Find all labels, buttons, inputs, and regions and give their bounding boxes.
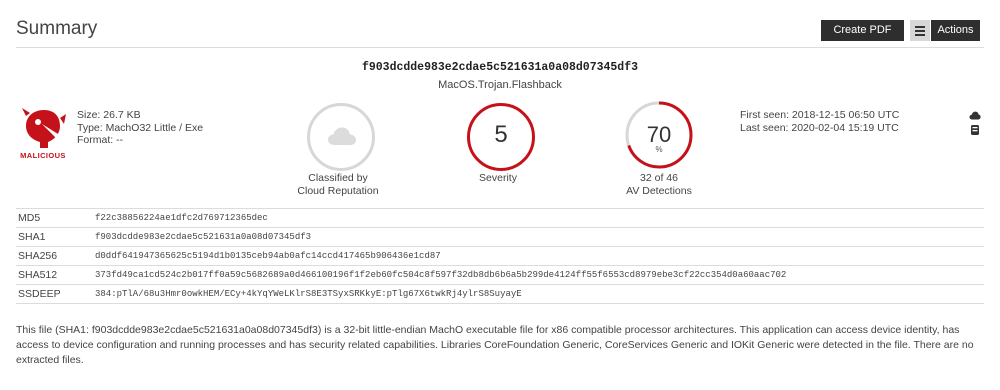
file-format: Format: -- [77, 134, 124, 146]
file-info: Size: 26.7 KB Type: MachO32 Little / Exe… [77, 109, 203, 147]
av-percent-unit: % [655, 145, 663, 154]
threat-name: MacOS.Trojan.Flashback [438, 79, 562, 91]
seen-dates: First seen: 2018-12-15 06:50 UTC Last se… [740, 109, 899, 134]
create-pdf-button[interactable]: Create PDF [821, 20, 904, 41]
menu-bar [915, 30, 925, 32]
header-divider [16, 47, 984, 48]
table-row: MD5 f22c38856224ae1dfc2d769712365dec [16, 208, 984, 228]
hash-label: SHA512 [16, 265, 95, 285]
file-size: Size: 26.7 KB [77, 109, 141, 121]
cloud-icon[interactable] [969, 111, 981, 120]
caption-line: Classified by [308, 172, 368, 184]
hash-label: MD5 [16, 208, 95, 228]
severity-label: Severity [479, 172, 517, 184]
table-row: SHA1 f903dcdde983e2cdae5c521631a0a08d073… [16, 227, 984, 247]
menu-bar [915, 26, 925, 28]
caption-line: 32 of 46 [640, 172, 678, 184]
hash-label: SHA256 [16, 246, 95, 266]
database-icon[interactable] [969, 124, 981, 136]
last-seen: Last seen: 2020-02-04 15:19 UTC [740, 121, 899, 134]
menu-icon[interactable] [910, 20, 930, 41]
table-row: SHA512 373fd49ca1cd524c2b017ff0a59c56826… [16, 265, 984, 285]
menu-bar [915, 34, 925, 36]
verdict-label: MALICIOUS [20, 151, 66, 160]
actions-button[interactable]: Actions [931, 20, 980, 41]
file-type: Type: MachO32 Little / Exe [77, 121, 204, 134]
caption-line: AV Detections [626, 184, 692, 197]
file-description: This file (SHA1: f903dcdde983e2cdae5c521… [16, 324, 974, 366]
cloud-reputation-caption: Classified by Cloud Reputation [288, 172, 388, 197]
cloud-icon [328, 127, 356, 145]
table-row: SSDEEP 384:pTlA/68u3Hmr0owkHEM/ECy+4kYqY… [16, 284, 984, 304]
hash-value[interactable]: f903dcdde983e2cdae5c521631a0a08d07345df3 [95, 227, 984, 247]
summary-header: Summary Create PDF Actions [16, 16, 984, 44]
first-seen: First seen: 2018-12-15 06:50 UTC [740, 109, 900, 121]
hash-label: SHA1 [16, 227, 95, 247]
hash-value[interactable]: f22c38856224ae1dfc2d769712365dec [95, 208, 984, 228]
severity-ring: 5 [467, 103, 535, 171]
severity-value: 5 [494, 121, 508, 148]
table-row: SHA256 d0ddf641947365625c5194d1b0135ceb9… [16, 246, 984, 266]
hash-table: MD5 f22c38856224ae1dfc2d769712365dec SHA… [16, 208, 984, 304]
hash-value[interactable]: 384:pTlA/68u3Hmr0owkHEM/ECy+4kYqYWeLKlrS… [95, 284, 984, 304]
cloud-reputation-ring [307, 103, 375, 171]
sample-hash-title: f903dcdde983e2cdae5c521631a0a08d07345df3 [361, 61, 639, 74]
caption-line: Cloud Reputation [297, 184, 379, 197]
hash-label: SSDEEP [16, 284, 95, 304]
hash-value[interactable]: d0ddf641947365625c5194d1b0135ceb94ab0afc… [95, 246, 984, 266]
page-title: Summary [16, 18, 98, 39]
hash-value[interactable]: 373fd49ca1cd524c2b017ff0a59c5682689a0d46… [95, 265, 984, 285]
av-detections-caption: 32 of 46 AV Detections [609, 172, 709, 197]
